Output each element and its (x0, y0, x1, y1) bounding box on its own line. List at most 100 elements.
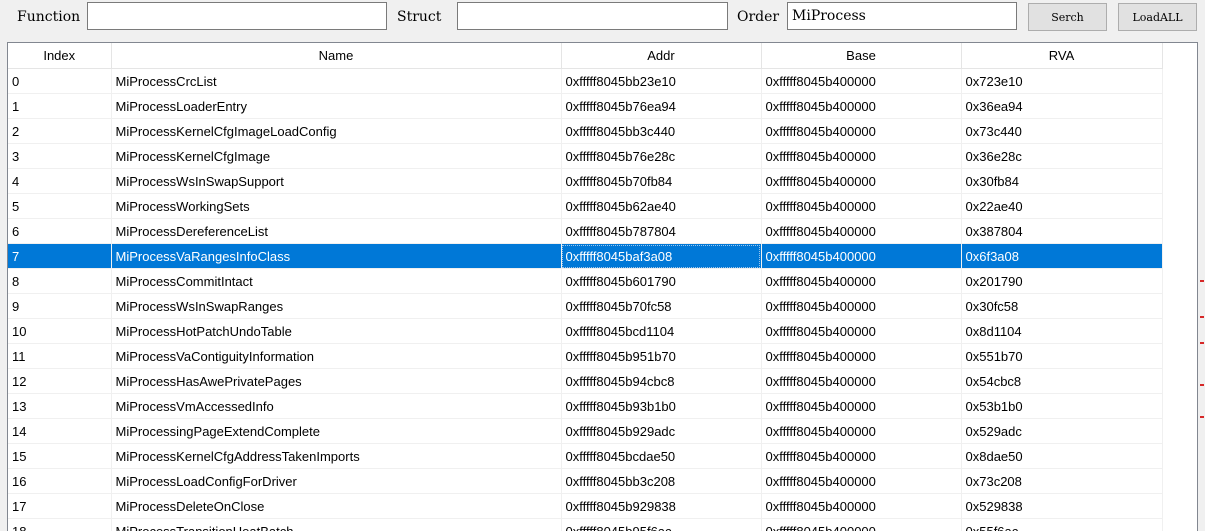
cell-addr[interactable]: 0xfffff8045bcd1104 (561, 318, 762, 344)
cell-base[interactable]: 0xfffff8045b400000 (761, 418, 962, 444)
cell-addr[interactable]: 0xfffff8045b929838 (561, 493, 762, 519)
cell-name[interactable]: MiProcessLoadConfigForDriver (111, 468, 562, 494)
cell-index[interactable]: 5 (8, 193, 112, 219)
cell-index[interactable]: 3 (8, 143, 112, 169)
cell-index[interactable]: 12 (8, 368, 112, 394)
cell-index[interactable]: 1 (8, 93, 112, 119)
cell-rva[interactable]: 0x54cbc8 (961, 368, 1163, 394)
table-row[interactable]: 14 MiProcessingPageExtendComplete 0xfffff8… (8, 418, 1163, 444)
column-header-rva[interactable]: RVA (961, 43, 1163, 69)
cell-rva[interactable]: 0x53b1b0 (961, 393, 1163, 419)
cell-base[interactable]: 0xfffff8045b400000 (761, 293, 962, 319)
table-row[interactable]: 13 MiProcessVmAccessedInfo 0xfffff8045b93b… (8, 393, 1163, 419)
cell-name[interactable]: MiProcessHotPatchUndoTable (111, 318, 562, 344)
table-row[interactable]: 10 MiProcessHotPatchUndoTable 0xfffff8045b… (8, 318, 1163, 344)
cell-rva[interactable]: 0x723e10 (961, 68, 1163, 94)
cell-index[interactable]: 8 (8, 268, 112, 294)
cell-index[interactable]: 9 (8, 293, 112, 319)
cell-rva[interactable]: 0x22ae40 (961, 193, 1163, 219)
cell-rva[interactable]: 0x6f3a08 (961, 243, 1163, 269)
cell-index[interactable]: 18 (8, 518, 112, 531)
table-row[interactable]: 2 MiProcessKernelCfgImageLoadConfig 0xffff… (8, 118, 1163, 144)
cell-index[interactable]: 2 (8, 118, 112, 144)
cell-index[interactable]: 13 (8, 393, 112, 419)
cell-rva[interactable]: 0x551b70 (961, 343, 1163, 369)
cell-index[interactable]: 14 (8, 418, 112, 444)
cell-base[interactable]: 0xfffff8045b400000 (761, 268, 962, 294)
table-row[interactable]: 18 MiProcessTransitionHeatBatch 0xfffff804… (8, 518, 1163, 531)
cell-name[interactable]: MiProcessTransitionHeatBatch (111, 518, 562, 531)
struct-input[interactable] (457, 2, 728, 30)
cell-base[interactable]: 0xfffff8045b400000 (761, 368, 962, 394)
search-button[interactable]: Serch (1028, 3, 1107, 31)
cell-index[interactable]: 11 (8, 343, 112, 369)
cell-index[interactable]: 0 (8, 68, 112, 94)
cell-rva[interactable]: 0x30fc58 (961, 293, 1163, 319)
cell-base[interactable]: 0xfffff8045b400000 (761, 393, 962, 419)
cell-name[interactable]: MiProcessHasAwePrivatePages (111, 368, 562, 394)
column-header-base[interactable]: Base (761, 43, 962, 69)
cell-index[interactable]: 6 (8, 218, 112, 244)
column-header-index[interactable]: Index (8, 43, 112, 69)
table-row[interactable]: 15 MiProcessKernelCfgAddressTakenImports 0… (8, 443, 1163, 469)
cell-base[interactable]: 0xfffff8045b400000 (761, 68, 962, 94)
cell-addr[interactable]: 0xfffff8045b70fb84 (561, 168, 762, 194)
cell-addr[interactable]: 0xfffff8045bb23e10 (561, 68, 762, 94)
table-row[interactable]: 16 MiProcessLoadConfigForDriver 0xfffff804… (8, 468, 1163, 494)
cell-addr[interactable]: 0xfffff8045b76e28c (561, 143, 762, 169)
cell-index[interactable]: 16 (8, 468, 112, 494)
results-grid[interactable]: Index Name Addr Base RVA 0 MiProcessCrcLi… (7, 42, 1198, 531)
cell-base[interactable]: 0xfffff8045b400000 (761, 143, 962, 169)
cell-name[interactable]: MiProcessCrcList (111, 68, 562, 94)
cell-name[interactable]: MiProcessVaRangesInfoClass (111, 243, 562, 269)
cell-addr[interactable]: 0xfffff8045b62ae40 (561, 193, 762, 219)
cell-name[interactable]: MiProcessDeleteOnClose (111, 493, 562, 519)
cell-addr[interactable]: 0xfffff8045b76ea94 (561, 93, 762, 119)
table-row[interactable]: 6 MiProcessDereferenceList 0xfffff8045b787… (8, 218, 1163, 244)
cell-addr[interactable]: 0xfffff8045bb3c440 (561, 118, 762, 144)
table-row[interactable]: 7 MiProcessVaRangesInfoClass 0xfffff8045ba… (8, 243, 1163, 269)
cell-addr[interactable]: 0xfffff8045bcdae50 (561, 443, 762, 469)
cell-index[interactable]: 7 (8, 243, 112, 269)
cell-base[interactable]: 0xfffff8045b400000 (761, 118, 962, 144)
cell-name[interactable]: MiProcessKernelCfgImageLoadConfig (111, 118, 562, 144)
table-row[interactable]: 0 MiProcessCrcList 0xfffff8045bb23e10 0xfff… (8, 68, 1163, 94)
cell-name[interactable]: MiProcessLoaderEntry (111, 93, 562, 119)
table-row[interactable]: 4 MiProcessWsInSwapSupport 0xfffff8045b70f… (8, 168, 1163, 194)
cell-name[interactable]: MiProcessWsInSwapRanges (111, 293, 562, 319)
table-row[interactable]: 11 MiProcessVaContiguityInformation 0xffff… (8, 343, 1163, 369)
cell-base[interactable]: 0xfffff8045b400000 (761, 518, 962, 531)
table-row[interactable]: 17 MiProcessDeleteOnClose 0xfffff8045b9298… (8, 493, 1163, 519)
cell-base[interactable]: 0xfffff8045b400000 (761, 468, 962, 494)
table-row[interactable]: 9 MiProcessWsInSwapRanges 0xfffff8045b70fc… (8, 293, 1163, 319)
cell-name[interactable]: MiProcessWorkingSets (111, 193, 562, 219)
cell-addr[interactable]: 0xfffff8045b93b1b0 (561, 393, 762, 419)
cell-index[interactable]: 17 (8, 493, 112, 519)
cell-addr[interactable]: 0xfffff8045b929adc (561, 418, 762, 444)
cell-addr[interactable]: 0xfffff8045b94cbc8 (561, 368, 762, 394)
cell-rva[interactable]: 0x36e28c (961, 143, 1163, 169)
cell-rva[interactable]: 0x201790 (961, 268, 1163, 294)
cell-name[interactable]: MiProcessVaContiguityInformation (111, 343, 562, 369)
cell-rva[interactable]: 0x30fb84 (961, 168, 1163, 194)
column-header-name[interactable]: Name (111, 43, 562, 69)
cell-base[interactable]: 0xfffff8045b400000 (761, 343, 962, 369)
cell-addr[interactable]: 0xfffff8045b95f6ac (561, 518, 762, 531)
table-row[interactable]: 8 MiProcessCommitIntact 0xfffff8045b601790… (8, 268, 1163, 294)
cell-base[interactable]: 0xfffff8045b400000 (761, 218, 962, 244)
cell-index[interactable]: 10 (8, 318, 112, 344)
table-row[interactable]: 12 MiProcessHasAwePrivatePages 0xfffff8045… (8, 368, 1163, 394)
order-input[interactable] (787, 2, 1017, 30)
cell-name[interactable]: MiProcessKernelCfgAddressTakenImports (111, 443, 562, 469)
cell-addr[interactable]: 0xfffff8045b70fc58 (561, 293, 762, 319)
cell-name[interactable]: MiProcessKernelCfgImage (111, 143, 562, 169)
cell-name[interactable]: MiProcessVmAccessedInfo (111, 393, 562, 419)
table-row[interactable]: 1 MiProcessLoaderEntry 0xfffff8045b76ea94 0… (8, 93, 1163, 119)
cell-base[interactable]: 0xfffff8045b400000 (761, 168, 962, 194)
cell-addr[interactable]: 0xfffff8045b951b70 (561, 343, 762, 369)
cell-name[interactable]: MiProcessCommitIntact (111, 268, 562, 294)
cell-rva[interactable]: 0x8d1104 (961, 318, 1163, 344)
cell-index[interactable]: 4 (8, 168, 112, 194)
cell-base[interactable]: 0xfffff8045b400000 (761, 493, 962, 519)
cell-addr[interactable]: 0xfffff8045baf3a08 (561, 243, 762, 269)
